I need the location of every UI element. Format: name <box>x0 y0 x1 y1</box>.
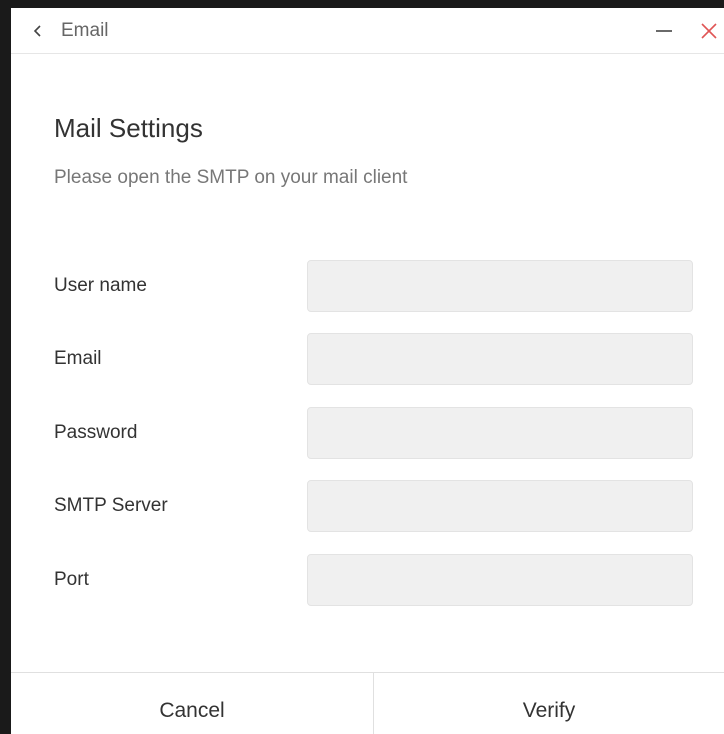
form-row-password: Password <box>11 407 724 459</box>
user-name-input[interactable] <box>307 260 693 312</box>
cancel-button[interactable]: Cancel <box>11 673 373 734</box>
email-settings-window: Email Mail Settings Please open the SMTP… <box>11 8 724 734</box>
port-label: Port <box>54 569 89 590</box>
form-row-smtp-server: SMTP Server <box>11 480 724 532</box>
form-row-email: Email <box>11 333 724 385</box>
password-input[interactable] <box>307 407 693 459</box>
minimize-icon[interactable] <box>655 21 673 41</box>
email-input[interactable] <box>307 333 693 385</box>
dialog-footer: Cancel Verify <box>11 672 724 734</box>
chevron-left-icon[interactable] <box>31 21 45 41</box>
title-bar: Email <box>11 8 724 54</box>
port-input[interactable] <box>307 554 693 606</box>
smtp-server-input[interactable] <box>307 480 693 532</box>
close-icon[interactable] <box>699 21 719 41</box>
page-title: Mail Settings <box>54 113 203 143</box>
password-label: Password <box>54 422 138 443</box>
page-subtitle: Please open the SMTP on your mail client <box>54 167 408 188</box>
smtp-server-label: SMTP Server <box>54 495 168 516</box>
verify-button[interactable]: Verify <box>374 673 724 734</box>
form-row-port: Port <box>11 554 724 606</box>
window-title: Email <box>61 20 109 41</box>
email-label: Email <box>54 348 102 369</box>
user-name-label: User name <box>54 275 147 296</box>
form-row-user-name: User name <box>11 260 724 312</box>
